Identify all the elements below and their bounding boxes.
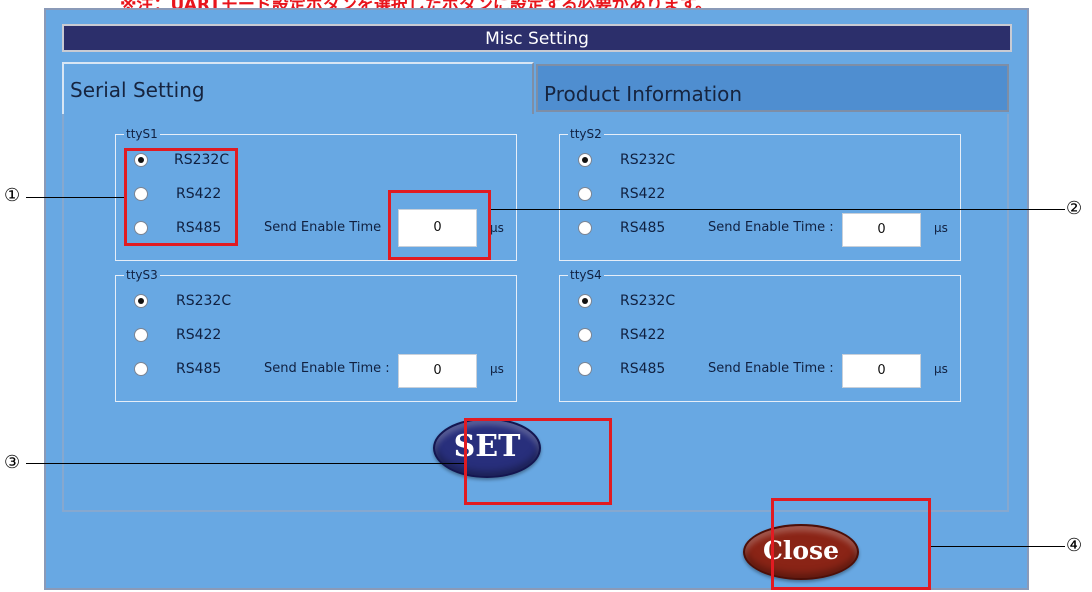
callout-4-line [931, 546, 1065, 547]
ttys2-group: ttyS2 RS232C RS422 RS485 Send Enable Tim… [559, 126, 961, 261]
ttys4-rs232c-label: RS232C [620, 293, 676, 309]
callout-1-line [26, 197, 124, 198]
ttys1-legend: ttyS1 [124, 126, 160, 142]
ttys2-rs485-radio[interactable] [578, 221, 592, 235]
ttys4-unit-label: μs [934, 362, 948, 376]
ttys4-send-enable-label: Send Enable Time : [708, 361, 834, 376]
ttys1-send-enable-label: Send Enable Time [264, 220, 382, 235]
callout-2-line [491, 209, 1065, 210]
ttys3-rs232c-option[interactable]: RS232C [134, 292, 514, 312]
ttys2-rs422-option[interactable]: RS422 [578, 185, 958, 205]
ttys3-send-enable-time-input[interactable]: 0 [398, 354, 477, 388]
ttys2-rs485-label: RS485 [620, 220, 666, 236]
ttys3-rs422-option[interactable]: RS422 [134, 326, 514, 346]
ttys4-rs422-label: RS422 [620, 327, 666, 343]
highlight-box-mode-radios [124, 148, 238, 246]
ttys3-rs485-option[interactable]: RS485 Send Enable Time : 0 μs [134, 354, 514, 388]
callout-3-label: ③ [4, 452, 21, 473]
callout-3-line [26, 463, 464, 464]
ttys2-unit-label: μs [934, 221, 948, 235]
ttys2-send-enable-label: Send Enable Time : [708, 220, 834, 235]
highlight-box-send-enable-time [388, 190, 491, 260]
ttys3-rs485-label: RS485 [176, 361, 222, 377]
callout-2-label: ② [1066, 198, 1083, 219]
ttys2-rs232c-option[interactable]: RS232C [578, 151, 958, 171]
highlight-box-set-button [464, 418, 612, 505]
ttys4-rs232c-radio[interactable] [578, 294, 592, 308]
highlight-box-close-button [771, 498, 931, 590]
callout-1-label: ① [4, 185, 21, 206]
callout-4-label: ④ [1066, 535, 1083, 556]
ttys3-rs422-label: RS422 [176, 327, 222, 343]
ttys4-rs485-radio[interactable] [578, 362, 592, 376]
ttys4-rs485-label: RS485 [620, 361, 666, 377]
ttys2-rs232c-label: RS232C [620, 152, 676, 168]
ttys3-group: ttyS3 RS232C RS422 RS485 Send Enable Tim… [115, 267, 517, 402]
ttys3-rs485-radio[interactable] [134, 362, 148, 376]
ttys3-rs232c-label: RS232C [176, 293, 232, 309]
notice-text: ※注：UARTモード設定ボタンを選択したボタンに設定する必要があります。 [120, 0, 1020, 8]
ttys4-send-enable-time-input[interactable]: 0 [842, 354, 921, 388]
ttys4-legend: ttyS4 [568, 267, 604, 283]
ttys3-legend: ttyS3 [124, 267, 160, 283]
ttys4-rs485-option[interactable]: RS485 Send Enable Time : 0 μs [578, 354, 958, 388]
ttys2-rs422-radio[interactable] [578, 187, 592, 201]
ttys3-unit-label: μs [490, 362, 504, 376]
ttys4-group: ttyS4 RS232C RS422 RS485 Send Enable Tim… [559, 267, 961, 402]
ttys2-send-enable-time-input[interactable]: 0 [842, 213, 921, 247]
ttys2-legend: ttyS2 [568, 126, 604, 142]
ttys4-rs422-radio[interactable] [578, 328, 592, 342]
window-title: Misc Setting [62, 24, 1012, 52]
ttys1-unit-label: μs [490, 221, 504, 235]
ttys3-rs422-radio[interactable] [134, 328, 148, 342]
tab-serial-setting[interactable]: Serial Setting [62, 62, 534, 114]
ttys2-rs485-option[interactable]: RS485 Send Enable Time : 0 μs [578, 213, 958, 247]
ttys3-send-enable-label: Send Enable Time : [264, 361, 390, 376]
ttys2-rs422-label: RS422 [620, 186, 666, 202]
tab-product-information[interactable]: Product Information [536, 64, 1009, 112]
ttys4-rs232c-option[interactable]: RS232C [578, 292, 958, 312]
ttys2-rs232c-radio[interactable] [578, 153, 592, 167]
ttys4-rs422-option[interactable]: RS422 [578, 326, 958, 346]
ttys3-rs232c-radio[interactable] [134, 294, 148, 308]
